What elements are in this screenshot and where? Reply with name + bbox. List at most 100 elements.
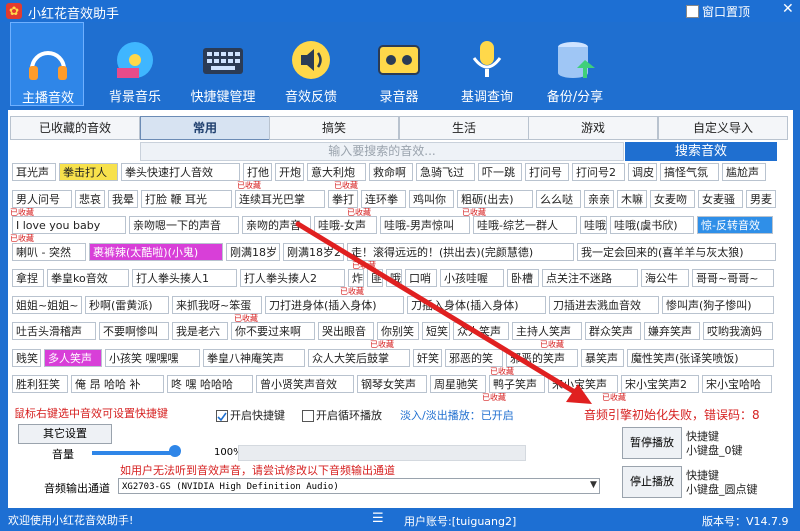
sound-button[interactable]: 俺 昂 哈哈 补 (71, 375, 164, 393)
sound-button[interactable]: 粗砺(出去) (457, 190, 533, 208)
sound-button[interactable]: 姐姐~姐姐~ (12, 296, 82, 314)
loop-checkbox[interactable] (302, 410, 314, 422)
sound-button[interactable]: 女麦吻 (650, 190, 695, 208)
sound-button[interactable]: 卧槽 (507, 269, 539, 287)
sound-button[interactable]: 哥哥~哥哥~ (692, 269, 774, 287)
sound-button[interactable]: 亲吻嗯一下的声音 (129, 216, 239, 234)
sound-button[interactable]: 调皮 (628, 163, 657, 181)
sound-button[interactable]: 魔性笑声(张译笑喷饭) (627, 349, 774, 367)
volume-slider-handle[interactable] (169, 445, 181, 457)
close-icon[interactable]: ✕ (782, 1, 794, 17)
pin-window-label[interactable]: 窗口置顶 (702, 3, 750, 20)
chevron-down-icon[interactable]: ▼ (590, 480, 597, 490)
hotkey-checkbox[interactable] (216, 410, 228, 422)
sound-button[interactable]: 奸笑 (413, 349, 442, 367)
fade-toggle[interactable]: 淡入/淡出播放：已开启 (400, 407, 514, 423)
sound-button[interactable]: 走！滚得远远的！(拱出去)(完颜慧德) (347, 243, 574, 261)
tab-category[interactable]: 生活 (399, 116, 529, 140)
sound-button[interactable]: 众人笑声 (453, 322, 509, 340)
sound-button[interactable]: 宋小宝哈哈 (702, 375, 772, 393)
sound-button[interactable]: 打人拳头揍人1 (132, 269, 237, 287)
toolbar-headphones-button[interactable]: 主播音效 (10, 22, 84, 106)
sound-button[interactable]: 短笑 (422, 322, 450, 340)
other-settings-button[interactable]: 其它设置 (18, 424, 112, 444)
sound-button[interactable]: 刀打进身体(插入身体) (265, 296, 404, 314)
sound-button[interactable]: 哇哦-男声惊叫 (380, 216, 470, 234)
sound-button[interactable]: 刚满18岁 (226, 243, 280, 261)
sound-button[interactable]: 海公牛 (641, 269, 689, 287)
sound-button[interactable]: 拳皇八神庵笑声 (203, 349, 305, 367)
sound-button[interactable]: 嫌弃笑声 (644, 322, 700, 340)
sound-button[interactable]: 亲吻的声音 (242, 216, 311, 234)
sound-button[interactable]: 打他 (243, 163, 272, 181)
volume-slider-track[interactable] (92, 451, 180, 455)
toolbar-database-button[interactable]: 备份/分享 (538, 22, 612, 106)
sound-button[interactable]: 裹裤辣(太酷啦)(小鬼) (89, 243, 223, 261)
sound-button[interactable]: 刀插进去溅血音效 (549, 296, 659, 314)
sound-button[interactable]: 拳头快速打人音效 (121, 163, 240, 181)
sound-button[interactable]: 悲哀 (75, 190, 105, 208)
sound-button[interactable]: 宋小宝笑声 (548, 375, 618, 393)
sound-button[interactable]: 小孩哇喔 (440, 269, 504, 287)
sound-button[interactable]: 哦 (386, 269, 402, 287)
sound-button[interactable]: 主持人笑声 (512, 322, 582, 340)
sound-button[interactable]: 群众笑声 (585, 322, 641, 340)
sound-button[interactable]: 亲亲 (584, 190, 614, 208)
sound-button[interactable]: 连环拳 (361, 190, 406, 208)
menu-grip-icon[interactable]: ☰ (372, 511, 384, 526)
sound-button[interactable]: 拳皇ko音效 (47, 269, 129, 287)
sound-button[interactable]: 宋小宝笑声2 (621, 375, 699, 393)
sound-button[interactable]: 打问号2 (572, 163, 625, 181)
pause-button[interactable]: 暂停播放 (622, 427, 682, 459)
sound-button[interactable]: 哇哦(虞书欣) (610, 216, 694, 234)
sound-button[interactable]: 惨叫声(狗子惨叫) (662, 296, 774, 314)
sound-button[interactable]: 惊-反转音效 (697, 216, 773, 234)
sound-button[interactable]: 拳击打人 (59, 163, 118, 181)
tab-category[interactable]: 游戏 (528, 116, 658, 140)
sound-button[interactable]: 打人拳头揍人2 (240, 269, 345, 287)
sound-button[interactable]: 开炮 (275, 163, 304, 181)
sound-button[interactable]: 打脸 鞭 耳光 (141, 190, 232, 208)
sound-button[interactable]: 吐舌头滑稽声 (12, 322, 96, 340)
sound-button[interactable]: 不要啊惨叫 (99, 322, 169, 340)
sound-button[interactable]: 喇叭 - 突然 (12, 243, 86, 261)
sound-button[interactable]: 么么哒 (536, 190, 581, 208)
sound-button[interactable]: 哇哦 (580, 216, 607, 234)
sound-button[interactable]: 鸡叫你 (409, 190, 454, 208)
sound-button[interactable]: 我是老六 (172, 322, 228, 340)
sound-button[interactable]: 拳打 (328, 190, 358, 208)
sound-button[interactable]: 贱笑 (12, 349, 41, 367)
toolbar-speaker-button[interactable]: 音效反馈 (274, 22, 348, 106)
search-input[interactable]: 输入要搜索的音效... (140, 142, 624, 161)
toolbar-keyboard-button[interactable]: 快捷键管理 (186, 22, 260, 106)
sound-button[interactable]: 众人大笑后鼓掌 (308, 349, 410, 367)
sound-button[interactable]: 刚满18岁2 (283, 243, 344, 261)
sound-button[interactable]: 哇哦-女声 (314, 216, 377, 234)
sound-button[interactable]: 打问号 (525, 163, 569, 181)
tab-category[interactable]: 搞笑 (269, 116, 399, 140)
tab-category[interactable]: 常用 (140, 116, 270, 140)
sound-button[interactable]: 哇哦-综艺一群人 (473, 216, 577, 234)
sound-button[interactable]: 匪 (367, 269, 383, 287)
sound-button[interactable]: 男人问号 (12, 190, 72, 208)
sound-button[interactable]: 急骑飞过 (416, 163, 475, 181)
stop-button[interactable]: 停止播放 (622, 466, 682, 498)
sound-button[interactable]: 木嘛 (617, 190, 647, 208)
hotkey-label[interactable]: 开启快捷键 (230, 407, 285, 423)
search-button[interactable]: 搜索音效 (625, 142, 777, 161)
loop-label[interactable]: 开启循环播放 (316, 407, 382, 423)
sound-button[interactable]: 鸭子笑声 (489, 375, 545, 393)
sound-button[interactable]: 男麦 (746, 190, 776, 208)
toolbar-cassette-button[interactable]: 录音器 (362, 22, 436, 106)
sound-button[interactable]: 拿捏 (12, 269, 44, 287)
sound-button[interactable]: 我一定会回来的(喜羊羊与灰太狼) (577, 243, 776, 261)
tab-category[interactable]: 已收藏的音效 (10, 116, 140, 140)
sound-button[interactable]: 胜利狂笑 (12, 375, 68, 393)
sound-button[interactable]: 炸 (348, 269, 364, 287)
sound-button[interactable]: 邪恶的笑 (445, 349, 503, 367)
toolbar-music-disc-button[interactable]: 背景音乐 (98, 22, 172, 106)
sound-button[interactable]: 多人笑声 (44, 349, 102, 367)
sound-button[interactable]: 曾小贤笑声音效 (256, 375, 354, 393)
sound-button[interactable]: 我晕 (108, 190, 138, 208)
sound-button[interactable]: 小孩笑 嘿嘿嘿 (105, 349, 200, 367)
